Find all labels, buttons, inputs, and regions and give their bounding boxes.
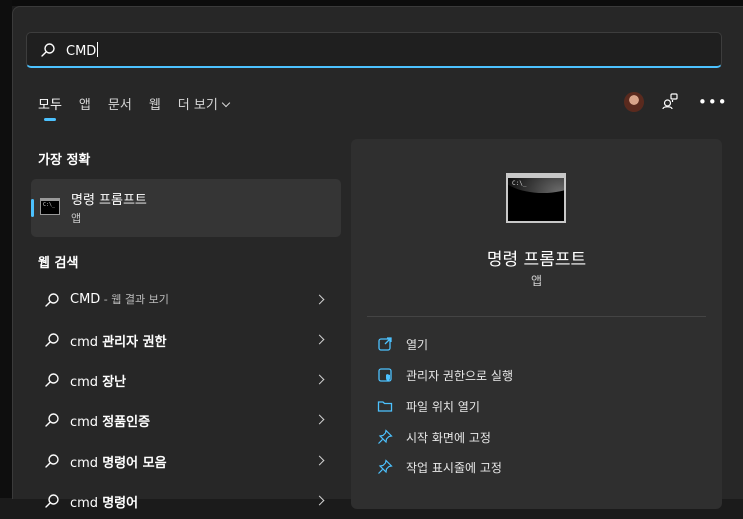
shield-run-icon [378,368,392,382]
action-label: 열기 [406,338,429,352]
preview-app-name: 명령 프롬프트 [486,250,587,270]
chevron-right-icon [314,294,325,305]
best-match-heading: 가장 정확 [38,153,91,168]
people-icon[interactable] [661,92,679,110]
web-result-query: cmd [70,456,99,471]
web-result-item[interactable]: cmd 장난 [31,362,341,398]
tab-more[interactable]: 더 보기 [177,94,231,113]
web-search-heading: 웹 검색 [38,256,79,271]
divider [367,316,706,317]
search-icon [45,293,59,307]
action-label: 관리자 권한으로 실행 [406,369,513,383]
chevron-right-icon [314,414,325,425]
web-result-item[interactable]: cmd 관리자 권한 [31,322,341,358]
search-input[interactable]: CMD [26,32,722,68]
search-icon [45,333,59,347]
tab-web[interactable]: 웹 [149,94,161,113]
action-label: 파일 위치 열기 [406,400,480,414]
folder-icon [377,401,393,412]
search-icon [45,494,59,508]
preview-pane: C:\_ 명령 프롬프트 앱 열기 관리자 권한으로 실행 파일 위치 열기 시… [351,139,722,509]
web-result-query: cmd [70,415,99,430]
pin-icon [378,459,393,474]
web-result-completion: 명령어 모음 [102,456,167,471]
text-cursor [97,42,99,57]
pin-icon [378,429,393,444]
web-result-completion: 정품인증 [102,415,151,430]
desktop-background-left [0,0,12,498]
chevron-right-icon [314,374,325,385]
chevron-right-icon [314,455,325,466]
chevron-right-icon [314,495,325,506]
web-result-completion: 장난 [102,375,127,390]
command-prompt-icon: C:\_ [40,198,60,215]
filter-tabs: 모두 앱 문서 웹 더 보기 [38,94,246,121]
web-result-item[interactable]: cmd 명령어 [31,483,341,519]
web-result-completion: 관리자 권한 [102,335,167,350]
tab-more-label: 더 보기 [177,98,218,113]
web-result-item[interactable]: cmd 정품인증 [31,402,341,438]
tab-all[interactable]: 모두 [38,94,62,121]
avatar[interactable] [624,92,644,112]
preview-app-type: 앱 [530,274,543,288]
best-match-name: 명령 프롬프트 [71,193,147,208]
search-icon [45,413,59,427]
chevron-right-icon [314,334,325,345]
search-icon [45,373,59,387]
web-result-query: cmd [70,375,99,390]
best-match-item[interactable]: C:\_ 명령 프롬프트 앱 [31,179,341,237]
web-result-completion: 명령어 [102,496,139,511]
command-prompt-icon: C:\_ [506,173,566,223]
web-result-query: cmd [70,335,99,350]
web-result-suffix: - 웹 결과 보기 [100,293,169,306]
web-result-item[interactable]: cmd 명령어 모음 [31,443,341,479]
web-result-query: CMD [70,292,101,307]
selection-indicator [31,199,34,217]
tab-documents[interactable]: 문서 [108,94,132,113]
search-value: CMD [66,42,99,59]
search-icon [45,454,59,468]
search-icon [41,43,55,57]
action-label: 시작 화면에 고정 [406,431,491,445]
tab-apps[interactable]: 앱 [79,94,91,113]
chevron-down-icon [221,98,231,108]
open-icon [378,337,392,351]
best-match-type: 앱 [71,212,82,225]
action-label: 작업 표시줄에 고정 [406,461,502,475]
web-result-item[interactable]: CMD - 웹 결과 보기 [31,282,341,318]
web-result-query: cmd [70,496,99,511]
more-options-button[interactable]: ••• [698,93,728,111]
